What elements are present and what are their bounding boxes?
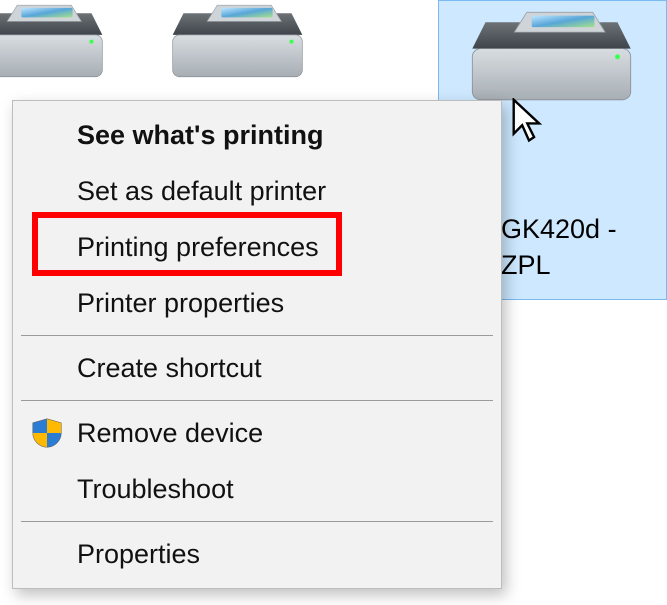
printer-label: GK420d - ZPL (501, 211, 667, 284)
menu-item-label: Printer properties (77, 288, 284, 319)
menu-item-label: Properties (77, 539, 200, 570)
menu-separator (21, 335, 493, 336)
menu-item-properties[interactable]: Properties (13, 526, 501, 582)
menu-item-set-as-default-printer[interactable]: Set as default printer (13, 163, 501, 219)
printer-icon[interactable] (170, 0, 305, 90)
menu-item-label: See what's printing (77, 120, 323, 151)
printer-icon[interactable] (0, 0, 105, 90)
uac-shield-icon (31, 417, 63, 449)
menu-item-printing-preferences[interactable]: Printing preferences (13, 219, 501, 275)
menu-item-label: Create shortcut (77, 353, 262, 384)
menu-item-label: Remove device (77, 418, 263, 449)
menu-item-troubleshoot[interactable]: Troubleshoot (13, 461, 501, 517)
menu-item-create-shortcut[interactable]: Create shortcut (13, 340, 501, 396)
menu-item-label: Troubleshoot (77, 474, 234, 505)
menu-item-printer-properties[interactable]: Printer properties (13, 275, 501, 331)
menu-separator (21, 400, 493, 401)
menu-item-label: Printing preferences (77, 232, 319, 263)
printer-context-menu: See what's printing Set as default print… (12, 100, 502, 589)
menu-separator (21, 521, 493, 522)
menu-item-see-whats-printing[interactable]: See what's printing (13, 107, 501, 163)
menu-item-remove-device[interactable]: Remove device (13, 405, 501, 461)
menu-item-label: Set as default printer (77, 176, 326, 207)
printer-label-line2: ZPL (501, 250, 551, 280)
printer-label-line1: GK420d - (501, 214, 617, 244)
devices-and-printers-view: GK420d - ZPL See what's printing Set as … (0, 0, 667, 605)
